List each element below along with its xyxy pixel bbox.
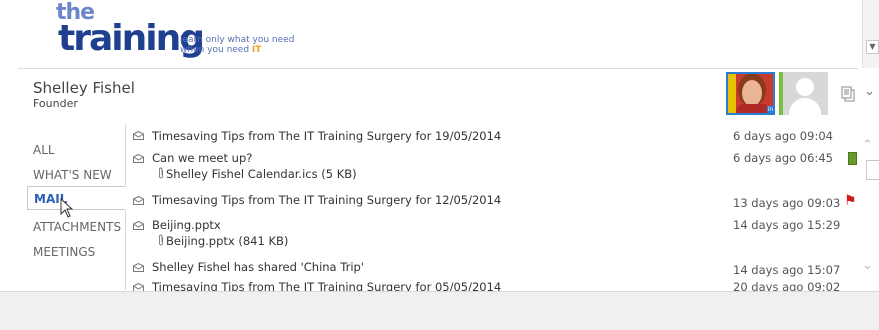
attachment-name[interactable]: Beijing.pptx (841 KB) — [166, 234, 288, 248]
logo-tagline: learn only what you need — [180, 35, 295, 45]
footer-bar — [0, 291, 879, 330]
paperclip-icon — [159, 167, 163, 179]
envelope-icon — [133, 154, 144, 163]
logo-tagline-2: when you need IT — [180, 45, 261, 55]
mail-subject[interactable]: Can we meet up? — [152, 151, 252, 165]
mail-date: 6 days ago 09:04 — [733, 129, 833, 143]
avatar-placeholder[interactable] — [779, 72, 828, 115]
scroll-down-icon[interactable]: ▼ — [866, 40, 879, 54]
attachment-name[interactable]: Shelley Fishel Calendar.ics (5 KB) — [166, 167, 357, 181]
logo-tagline-2-prefix: when you need — [180, 45, 252, 55]
category-tag-icon[interactable] — [848, 152, 857, 165]
nav-item-meetings[interactable]: MEETINGS — [33, 245, 95, 259]
nav-item-whats-new[interactable]: WHAT'S NEW — [33, 168, 112, 182]
mail-subject[interactable]: Timesaving Tips from The IT Training Sur… — [152, 129, 501, 143]
paperclip-icon — [159, 234, 163, 246]
scrollbar-thumb[interactable] — [866, 160, 879, 180]
mouse-cursor-icon — [60, 198, 74, 218]
avatar-body — [736, 104, 770, 113]
copy-icon[interactable] — [841, 86, 855, 102]
mail-date: 14 days ago 15:07 — [733, 263, 841, 277]
nav-divider — [125, 124, 126, 186]
person-title: Founder — [33, 97, 78, 110]
avatar-placeholder-torso — [789, 98, 821, 115]
mail-subject[interactable]: Beijing.pptx — [152, 218, 221, 232]
envelope-icon — [133, 263, 144, 272]
avatar-placeholder-head — [796, 78, 814, 96]
flag-icon[interactable]: ⚑ — [844, 193, 857, 209]
envelope-icon — [133, 196, 144, 205]
mail-subject[interactable]: Shelley Fishel has shared 'China Trip' — [152, 260, 364, 274]
divider — [18, 68, 858, 69]
mail-date: 6 days ago 06:45 — [733, 151, 833, 165]
logo-tagline-2-it: IT — [251, 45, 262, 55]
person-name: Shelley Fishel — [33, 79, 135, 97]
envelope-icon — [133, 221, 144, 230]
nav-item-all[interactable]: ALL — [33, 143, 55, 157]
mail-date: 14 days ago 15:29 — [733, 218, 841, 232]
avatar-face — [742, 80, 762, 106]
scroll-up-icon[interactable]: ⌃ — [862, 138, 873, 153]
mail-date: 13 days ago 09:03 — [733, 196, 841, 210]
nav-divider — [125, 210, 126, 290]
nav-item-attachments[interactable]: ATTACHMENTS — [33, 220, 121, 234]
nav-item-mail[interactable]: MAIL — [27, 186, 125, 210]
chevron-down-icon[interactable]: ⌄ — [864, 84, 875, 99]
scroll-down-icon[interactable]: ⌄ — [862, 258, 873, 273]
linkedin-badge-icon: in — [767, 106, 774, 113]
mail-subject[interactable]: Timesaving Tips from The IT Training Sur… — [152, 193, 501, 207]
envelope-icon — [133, 131, 144, 140]
banner-scrollbar[interactable] — [862, 0, 879, 68]
